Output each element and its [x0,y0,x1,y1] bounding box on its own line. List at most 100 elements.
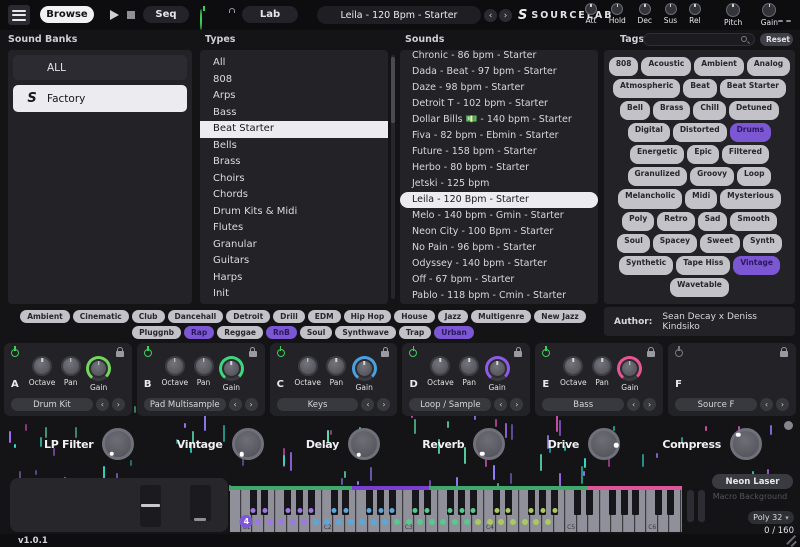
sound-item[interactable]: Herbo - 80 bpm - Starter [400,160,598,176]
sound-item[interactable]: Daze - 98 bpm - Starter [400,80,598,96]
source-prev-button[interactable] [229,398,242,411]
sound-bank-item[interactable]: S Factory [13,85,187,112]
reset-tags-button[interactable]: Reset [760,33,793,46]
macro-knob[interactable]: Gain [761,3,778,27]
knob-icon[interactable] [194,356,214,376]
knob-icon[interactable] [563,356,583,376]
channel-lock-icon[interactable] [514,351,522,357]
piano-key-black[interactable] [296,490,303,515]
knob-icon[interactable] [620,359,639,378]
genre-chip[interactable]: New Jazz [534,310,586,323]
genre-chip[interactable]: Dancehall [168,310,224,323]
octave-knob[interactable]: Octave [294,356,321,392]
resize-grip[interactable] [784,535,797,545]
fx-knob[interactable] [473,428,505,460]
piano-key-black[interactable] [250,490,257,515]
power-icon[interactable] [200,9,202,30]
stop-icon[interactable] [127,11,135,19]
genre-chip[interactable]: Reggae [217,326,263,339]
types-scrollbar[interactable] [391,55,395,299]
tag-chip[interactable]: Granulized [628,167,688,186]
channel-power-icon[interactable] [144,349,152,357]
channel-lock-icon[interactable] [116,351,124,357]
gain-knob[interactable]: Gain [485,356,510,392]
sound-item[interactable]: Melo - 140 bpm - Gmin - Starter [400,208,598,224]
sound-item[interactable]: Detroit T - 102 bpm - Starter [400,96,598,112]
type-item[interactable]: Choirs [200,171,388,188]
genre-chip[interactable]: Club [132,310,165,323]
fx-knob[interactable] [588,428,620,460]
tag-chip[interactable]: Midi [685,189,717,208]
channel-power-icon[interactable] [11,349,19,357]
lab-button[interactable]: Lab [242,6,298,23]
env-knob[interactable]: Hold [609,3,626,25]
tag-chip[interactable]: Smooth [730,212,776,231]
source-prev-button[interactable] [96,398,109,411]
sound-item[interactable]: No Pain - 96 bpm - Starter [400,240,598,256]
tag-chip[interactable]: Digital [628,123,670,142]
piano-key-black[interactable] [528,490,535,515]
fx-knob[interactable] [730,428,762,460]
visual-selector-button[interactable]: Neon Laser [712,474,793,489]
knob-icon[interactable] [355,359,374,378]
tag-chip[interactable]: Epic [687,145,719,164]
genre-chip[interactable]: Multigenre [471,310,531,323]
genre-chip[interactable]: Cinematic [73,310,129,323]
tag-chip[interactable]: Bell [620,101,650,120]
tag-chip[interactable]: Wavetable [670,278,729,297]
piano-key-black[interactable] [366,490,373,515]
tag-chip[interactable]: Retro [657,212,694,231]
channel-lock-icon[interactable] [780,351,788,357]
genre-chip[interactable]: EDM [308,310,341,323]
tag-chip[interactable]: Melancholic [618,189,682,208]
channel-source-name[interactable]: Loop / Sample [409,398,491,411]
sound-item[interactable]: Pablo - 118 bpm - Cmin - Starter [400,288,598,304]
fx-knob[interactable] [348,428,380,460]
tag-chip[interactable]: Poly [622,212,654,231]
type-item[interactable]: Brass [200,154,388,171]
polyphony-dropdown[interactable]: Poly 32 [748,511,794,524]
type-item[interactable]: Harps [200,270,388,287]
gain-knob[interactable]: Gain [352,356,377,392]
octave-knob[interactable]: Octave [427,356,454,392]
channel-source-name[interactable]: Drum Kit [11,398,93,411]
type-item[interactable]: Beat Starter [200,121,388,138]
type-item[interactable]: 808 [200,72,388,89]
type-item[interactable]: Init [200,286,388,303]
source-prev-button[interactable] [760,398,773,411]
pitch-wheel[interactable] [140,485,161,527]
channel-source-name[interactable]: Bass [542,398,624,411]
preset-display[interactable]: Leila - 120 Bpm - Starter [317,6,481,24]
sound-item[interactable]: Future - 158 bpm - Starter [400,144,598,160]
tag-chip[interactable]: Energetic [630,145,684,164]
scrollbar-thumb[interactable] [391,57,395,123]
knob-icon[interactable] [689,3,701,15]
knob-icon[interactable] [611,3,623,15]
tag-chip[interactable]: Sweet [700,234,740,253]
tag-chip[interactable]: Filtered [722,145,769,164]
channel-source-name[interactable]: Pad Multisample [144,398,226,411]
slider-thumb[interactable] [194,518,206,521]
genre-chip[interactable]: Rap [184,326,214,339]
channel-source-name[interactable]: Keys [277,398,359,411]
knob-icon[interactable] [32,356,52,376]
macro-knob[interactable]: Pitch [724,3,742,27]
tag-chip[interactable]: Detuned [729,101,779,120]
source-next-button[interactable] [112,398,125,411]
tag-chip[interactable]: 808 [609,57,639,76]
genre-chip[interactable]: Urban [434,326,474,339]
source-next-button[interactable] [245,398,258,411]
type-item[interactable]: Arps [200,88,388,105]
sound-item[interactable]: Off - 67 bpm - Starter [400,272,598,288]
knob-icon[interactable] [222,359,241,378]
piano-key-black[interactable] [424,490,431,515]
gain-ring-icon[interactable] [86,356,111,381]
gain-ring-icon[interactable] [352,356,377,381]
channel-power-icon[interactable] [675,349,683,357]
piano-key-black[interactable] [493,490,500,515]
piano-keyboard[interactable]: C14C2C3C4C5C6 [230,490,682,532]
play-icon[interactable] [110,10,119,20]
pan-knob[interactable]: Pan [592,356,612,392]
tag-chip[interactable]: Loop [737,167,771,186]
sound-item[interactable]: Fiva - 82 bpm - Ebmin - Starter [400,128,598,144]
